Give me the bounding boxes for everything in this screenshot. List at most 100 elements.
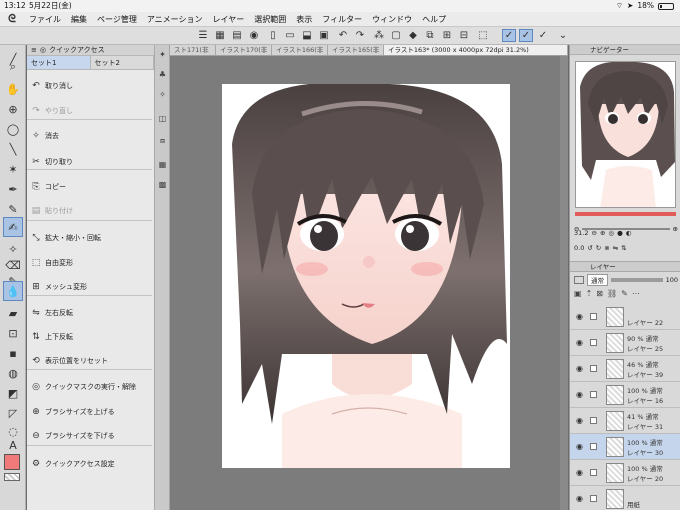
clear-outside-icon[interactable]: ▢	[389, 29, 403, 42]
menu-edit[interactable]: 編集	[66, 14, 92, 25]
quick-access-item[interactable]: ◎ クイックマスクの実行・解除	[27, 382, 152, 392]
app-logo-icon[interactable]: ᘓ	[0, 12, 24, 26]
canvas-area[interactable]	[170, 56, 568, 510]
type-tool-icon[interactable]: A	[3, 435, 23, 455]
menu-selection[interactable]: 選択範囲	[249, 14, 291, 25]
eye-icon[interactable]: ◉	[576, 442, 583, 451]
layer-row[interactable]: ◉ 用紙	[570, 486, 680, 510]
quick-access-item[interactable]: ✂ 切り取り	[27, 157, 152, 167]
doc-tab-166[interactable]: イラスト166(非	[272, 45, 328, 55]
zoom-fit-icon[interactable]: ◎	[608, 229, 614, 237]
menu-window[interactable]: ウィンドウ	[367, 14, 417, 25]
menu-page[interactable]: ページ管理	[92, 14, 142, 25]
sub-tool-icon-6[interactable]: ▦	[157, 159, 168, 170]
tab-set-2[interactable]: セット2	[90, 56, 154, 69]
magic-wand-tool-icon[interactable]: ✶	[3, 159, 23, 179]
quick-access-item[interactable]: ✧ 消去	[27, 131, 152, 141]
layer-delete-icon[interactable]: ⋯	[632, 289, 640, 301]
navigator-preview[interactable]	[575, 61, 676, 208]
zoom-reset-icon[interactable]: ◐	[626, 229, 632, 237]
quick-access-item[interactable]: ↶ 取り消し	[27, 81, 152, 91]
layer-check[interactable]	[590, 313, 597, 320]
fill-icon[interactable]: ◆	[406, 29, 420, 42]
layer-row[interactable]: ◉ 41 % 通常 レイヤー 31	[570, 408, 680, 434]
open-file-icon[interactable]: ▤	[230, 29, 244, 42]
quick-access-item[interactable]: ▤ 貼り付け	[27, 206, 152, 216]
canvas-paper[interactable]	[222, 82, 510, 468]
eye-icon[interactable]: ◉	[576, 364, 583, 373]
flip-h-icon[interactable]: ⇋	[613, 244, 618, 252]
layer-mask-icon[interactable]: ⛓	[607, 289, 617, 301]
quick-access-item[interactable]: ⊕ ブラシサイズを上げる	[27, 407, 152, 417]
canvas-scrollbar[interactable]	[560, 56, 568, 510]
hand-tool-icon[interactable]: ✋	[3, 79, 23, 99]
mesh-cmd-icon[interactable]: ⊞	[440, 29, 454, 42]
layer-row[interactable]: ◉ 100 % 通常 レイヤー 20	[570, 460, 680, 486]
new-document-icon[interactable]: ▯	[266, 29, 280, 42]
move-tool-icon[interactable]: ⊕	[3, 99, 23, 119]
ruler-tool-icon[interactable]: ◍	[3, 363, 23, 383]
grid-cmd-icon[interactable]: ⊟	[457, 29, 471, 42]
eye-icon[interactable]: ◉	[576, 416, 583, 425]
zoom-tool-icon[interactable]: ⌕	[3, 57, 23, 77]
lasso-tool-icon[interactable]: ◯	[3, 119, 23, 139]
eye-icon[interactable]: ◉	[576, 468, 583, 477]
text-tool-icon[interactable]: ◩	[3, 383, 23, 403]
selection-launcher-icon[interactable]: ⬚	[476, 29, 490, 42]
doc-tab-170[interactable]: イラスト170(非	[216, 45, 272, 55]
layer-row[interactable]: ◉ 100 % 通常 レイヤー 30	[570, 434, 680, 460]
layer-row[interactable]: ◉ レイヤー 22	[570, 304, 680, 330]
doc-tab-171[interactable]: スト171(非	[170, 45, 216, 55]
sub-tool-icon-3[interactable]: ✧	[157, 89, 168, 100]
sub-tool-icon-1[interactable]: ✦	[157, 49, 168, 60]
snap-ruler-icon[interactable]: ✓	[519, 29, 533, 42]
balloon-tool-icon[interactable]: ◸	[3, 403, 23, 423]
eyedropper-tool-icon[interactable]: ╲	[3, 139, 23, 159]
quick-access-item[interactable]: ⊖ ブラシサイズを下げる	[27, 431, 152, 441]
pencil-tool-icon[interactable]: ✎	[3, 199, 23, 219]
rotate-left-icon[interactable]: ↺	[587, 244, 592, 252]
eye-icon[interactable]: ◉	[576, 494, 583, 503]
save-file-icon[interactable]: ◉	[247, 29, 261, 42]
chevron-down-icon[interactable]: ⌄	[556, 29, 570, 42]
quick-access-item[interactable]: ⎘ コピー	[27, 182, 152, 192]
menu-filter[interactable]: フィルター	[317, 14, 367, 25]
panel-menu-icon[interactable]: ≡	[31, 46, 37, 54]
opacity-slider[interactable]	[611, 278, 663, 282]
layer-row[interactable]: ◉ 46 % 通常 レイヤー 39	[570, 356, 680, 382]
layer-type-icon[interactable]	[574, 276, 584, 284]
layer-clip-icon[interactable]: ▣	[574, 289, 582, 301]
layer-check[interactable]	[590, 417, 597, 424]
layer-check[interactable]	[590, 365, 597, 372]
sub-tool-icon-5[interactable]: ⧈	[157, 135, 168, 146]
deselect-icon[interactable]: ⁂	[372, 29, 386, 42]
eye-icon[interactable]: ◉	[576, 390, 583, 399]
zoom-minus-icon[interactable]: ⊖	[591, 229, 596, 237]
doc-tab-165[interactable]: イラスト165(非	[328, 45, 384, 55]
zoom-plus-icon[interactable]: ⊕	[600, 229, 605, 237]
snap-special-icon[interactable]: ✓	[536, 29, 550, 42]
opacity-value[interactable]: 100	[666, 276, 678, 284]
save-icon[interactable]: ⬓	[300, 29, 314, 42]
hamburger-icon[interactable]: ☰	[196, 29, 210, 42]
quick-access-item[interactable]: ⤡ 拡大・縮小・回転	[27, 233, 152, 243]
redo-cmd-icon[interactable]: ↷	[353, 29, 367, 42]
blend-mode-select[interactable]: 通常	[587, 274, 608, 286]
doc-tab-163[interactable]: イラスト163* (3000 x 4000px 72dpi 31.2%)	[384, 45, 568, 55]
quick-access-item[interactable]: ⚙ クイックアクセス設定	[27, 459, 152, 469]
new-file-icon[interactable]: ▦	[213, 29, 227, 42]
main-color-swatch[interactable]	[4, 454, 20, 470]
transform-icon[interactable]: ⧉	[423, 29, 437, 42]
eye-icon[interactable]: ◉	[576, 338, 583, 347]
rotate-reset-icon[interactable]: ⊗	[604, 244, 609, 252]
layer-ref-icon[interactable]: ⊠	[596, 289, 603, 301]
fill-tool-icon[interactable]: 💧	[3, 281, 23, 301]
quick-access-item[interactable]: ⬚ 自由変形	[27, 258, 152, 268]
quick-access-item[interactable]: ⇅ 上下反転	[27, 332, 152, 342]
layer-lock-icon[interactable]: ⇡	[586, 289, 593, 301]
navigator-view-indicator[interactable]	[575, 212, 676, 216]
quick-access-item[interactable]: ↷ やり直し	[27, 106, 152, 116]
layer-row[interactable]: ◉ 90 % 通常 レイヤー 25	[570, 330, 680, 356]
menu-view[interactable]: 表示	[291, 14, 317, 25]
figure-tool-icon[interactable]: ⊡	[3, 323, 23, 343]
